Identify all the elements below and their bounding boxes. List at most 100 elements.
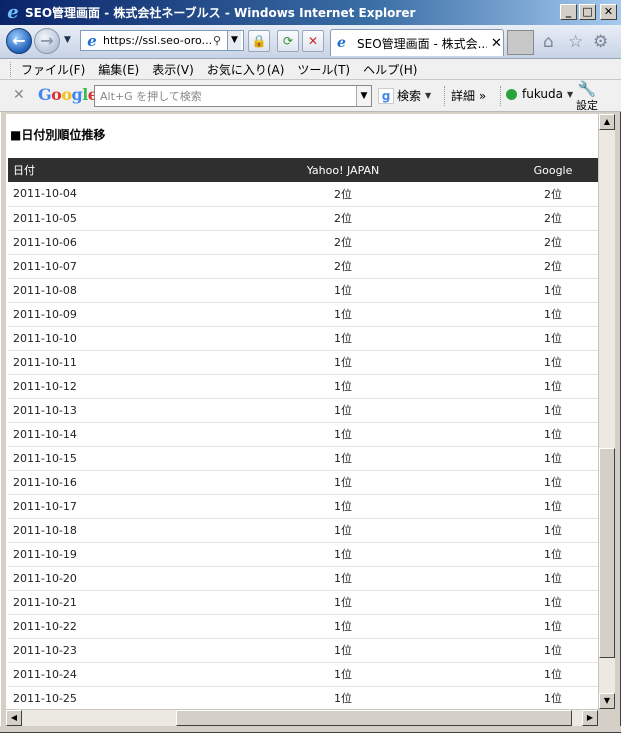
table-row: 2011-10-04 2位 2位 xyxy=(8,182,598,207)
favorites-star-icon[interactable]: ☆ xyxy=(568,32,583,52)
cell-google-rank: 1位 xyxy=(508,542,598,567)
table-row: 2011-10-25 1位 1位 xyxy=(8,686,598,709)
vertical-scrollbar[interactable]: ▲ ▼ xyxy=(598,114,615,709)
settings-label: 設定 xyxy=(576,99,598,112)
cell-date: 2011-10-14 xyxy=(8,422,178,447)
table-row: 2011-10-23 1位 1位 xyxy=(8,638,598,663)
forward-button[interactable]: → xyxy=(34,28,60,54)
menu-help[interactable]: ヘルプ(H) xyxy=(363,61,417,78)
google-search-button[interactable]: g 検索 ▼ xyxy=(378,87,431,104)
cell-date: 2011-10-25 xyxy=(8,686,178,709)
table-row: 2011-10-18 1位 1位 xyxy=(8,518,598,543)
home-icon[interactable]: ⌂ xyxy=(543,32,554,52)
cell-date: 2011-10-09 xyxy=(8,302,178,327)
scroll-up-button[interactable]: ▲ xyxy=(599,114,615,130)
scroll-left-button[interactable]: ◀ xyxy=(6,710,22,726)
cell-google-rank: 1位 xyxy=(508,590,598,615)
cell-yahoo-rank: 1位 xyxy=(178,374,508,399)
table-row: 2011-10-20 1位 1位 xyxy=(8,566,598,591)
window-title-bar[interactable]: e SEO管理画面 - 株式会社ネーブルス - Windows Internet… xyxy=(0,0,621,25)
new-tab-button[interactable] xyxy=(507,30,534,55)
settings-button[interactable]: 🔧 設定 xyxy=(576,81,598,113)
column-header-date: 日付 xyxy=(8,158,178,182)
cell-date: 2011-10-19 xyxy=(8,542,178,567)
cell-date: 2011-10-12 xyxy=(8,374,178,399)
window-frame-bottom xyxy=(0,726,621,733)
close-tab-icon[interactable]: ✕ xyxy=(491,36,502,51)
menu-tools[interactable]: ツール(T) xyxy=(297,61,350,78)
cell-date: 2011-10-07 xyxy=(8,254,178,279)
search-icon[interactable]: ⚲ xyxy=(213,34,227,47)
close-toolbar-icon[interactable]: ✕ xyxy=(13,87,25,103)
menu-bar: ファイル(F) 編集(E) 表示(V) お気に入り(A) ツール(T) ヘルプ(… xyxy=(0,59,621,80)
cell-yahoo-rank: 2位 xyxy=(178,254,508,279)
refresh-icon[interactable]: ⟳ xyxy=(277,30,299,52)
close-window-button[interactable]: ✕ xyxy=(600,4,617,20)
table-row: 2011-10-10 1位 1位 xyxy=(8,326,598,351)
table-row: 2011-10-12 1位 1位 xyxy=(8,374,598,399)
tab-active[interactable]: e SEO管理画面 - 株式会... ✕ xyxy=(330,29,504,56)
cell-date: 2011-10-11 xyxy=(8,350,178,375)
chevron-down-icon: ▼ xyxy=(425,91,432,100)
cell-yahoo-rank: 1位 xyxy=(178,638,508,663)
cell-google-rank: 1位 xyxy=(508,302,598,327)
cell-date: 2011-10-05 xyxy=(8,206,178,231)
gear-icon[interactable]: ⚙ xyxy=(593,32,608,52)
back-button[interactable]: ← xyxy=(6,28,32,54)
menu-favorites[interactable]: お気に入り(A) xyxy=(207,61,285,78)
address-bar[interactable]: e https://ssl.seo-oro... ⚲ ▼ xyxy=(80,30,244,51)
wrench-icon: 🔧 xyxy=(577,80,597,98)
cell-google-rank: 2位 xyxy=(508,206,598,231)
maximize-button[interactable]: □ xyxy=(579,4,596,20)
table-header-row: 日付 Yahoo! JAPAN Google xyxy=(8,158,598,182)
cell-date: 2011-10-08 xyxy=(8,278,178,303)
details-button[interactable]: 詳細 » xyxy=(451,87,486,104)
cell-yahoo-rank: 1位 xyxy=(178,422,508,447)
google-toolbar: ✕ Google Alt+G を押して検索 ▼ g 検索 ▼ 詳細 » fuku… xyxy=(0,80,621,112)
toolbar-grip[interactable] xyxy=(10,61,13,77)
horizontal-scrollbar[interactable]: ◀ ▶ xyxy=(6,709,598,726)
tab-favicon-icon: e xyxy=(337,35,346,51)
window-frame-right xyxy=(615,112,621,733)
cell-google-rank: 1位 xyxy=(508,566,598,591)
google-search-label: 検索 xyxy=(397,89,422,103)
table-row: 2011-10-13 1位 1位 xyxy=(8,398,598,423)
cell-google-rank: 1位 xyxy=(508,638,598,663)
toolbar-divider xyxy=(444,86,445,106)
column-header-yahoo: Yahoo! JAPAN xyxy=(178,158,508,182)
menu-view[interactable]: 表示(V) xyxy=(152,61,194,78)
cell-google-rank: 1位 xyxy=(508,686,598,709)
ie-logo-icon: e xyxy=(7,2,19,23)
stop-icon[interactable]: ✕ xyxy=(302,30,324,52)
google-search-dropdown[interactable]: ▼ xyxy=(356,86,371,106)
horizontal-scroll-thumb[interactable] xyxy=(176,710,572,726)
scroll-right-button[interactable]: ▶ xyxy=(582,710,598,726)
cell-yahoo-rank: 1位 xyxy=(178,686,508,709)
scroll-down-button[interactable]: ▼ xyxy=(599,693,615,709)
chevron-down-icon: ▼ xyxy=(567,89,574,99)
window-title: SEO管理画面 - 株式会社ネーブルス - Windows Internet E… xyxy=(25,6,416,20)
url-text[interactable]: https://ssl.seo-oro... xyxy=(103,34,213,47)
cell-yahoo-rank: 1位 xyxy=(178,566,508,591)
table-row: 2011-10-07 2位 2位 xyxy=(8,254,598,279)
google-search-box[interactable]: Alt+G を押して検索 ▼ xyxy=(94,85,372,107)
cell-yahoo-rank: 2位 xyxy=(178,182,508,207)
cell-google-rank: 2位 xyxy=(508,230,598,255)
menu-file[interactable]: ファイル(F) xyxy=(21,61,85,78)
ranking-table: 日付 Yahoo! JAPAN Google 2011-10-04 2位 2位 201… xyxy=(8,158,598,709)
user-account-button[interactable]: fukuda ▼ xyxy=(506,87,573,101)
lock-icon[interactable]: 🔒 xyxy=(248,30,270,52)
cell-yahoo-rank: 1位 xyxy=(178,518,508,543)
recent-pages-dropdown[interactable]: ▼ xyxy=(64,35,71,45)
vertical-scroll-thumb[interactable] xyxy=(599,448,615,658)
cell-yahoo-rank: 2位 xyxy=(178,230,508,255)
window-controls: _ □ ✕ xyxy=(560,4,617,20)
user-name: fukuda xyxy=(522,87,563,101)
menu-edit[interactable]: 編集(E) xyxy=(98,61,139,78)
google-search-input[interactable]: Alt+G を押して検索 xyxy=(95,88,356,104)
minimize-button[interactable]: _ xyxy=(560,4,577,20)
address-dropdown[interactable]: ▼ xyxy=(227,31,241,50)
cell-date: 2011-10-16 xyxy=(8,470,178,495)
column-header-google: Google xyxy=(508,158,598,182)
cell-google-rank: 1位 xyxy=(508,398,598,423)
